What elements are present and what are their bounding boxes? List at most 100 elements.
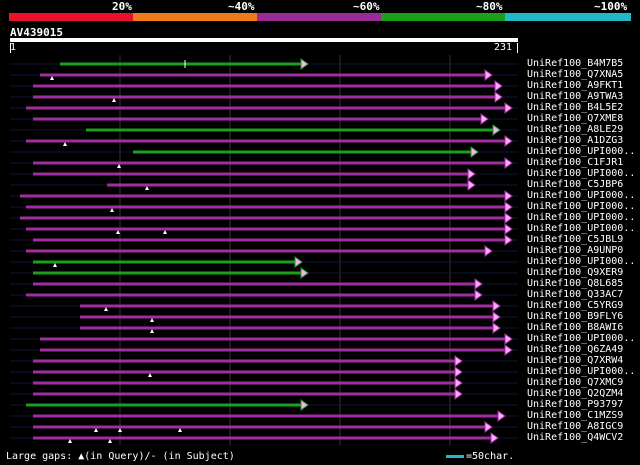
hit-bar[interactable] bbox=[33, 95, 496, 99]
hit-name-link[interactable]: UniRef100_C5JBP6 bbox=[527, 180, 623, 190]
hit-name-link[interactable]: UniRef100_B8AWI6 bbox=[527, 323, 623, 333]
hit-bar[interactable] bbox=[26, 139, 506, 143]
hit-bar[interactable] bbox=[33, 238, 506, 242]
query-gap-marker bbox=[108, 439, 112, 443]
hit-bar[interactable] bbox=[33, 370, 456, 374]
hit-arrow bbox=[504, 333, 513, 345]
hit-name-link[interactable]: UniRef100_A1DZG3 bbox=[527, 136, 623, 146]
hit-arrow bbox=[467, 179, 476, 191]
hit-arrow bbox=[300, 58, 309, 70]
hit-name-link[interactable]: UniRef100_UPI000.. bbox=[527, 257, 635, 267]
hit-bar[interactable] bbox=[33, 260, 296, 264]
hit-arrow bbox=[300, 267, 309, 279]
hit-bar[interactable] bbox=[33, 425, 486, 429]
hit-name-link[interactable]: UniRef100_C1FJR1 bbox=[527, 158, 623, 168]
hit-name-link[interactable]: UniRef100_UPI000.. bbox=[527, 202, 635, 212]
hit-bar[interactable] bbox=[26, 106, 506, 110]
hit-bar[interactable] bbox=[33, 172, 469, 176]
hit-arrow bbox=[300, 399, 309, 411]
hit-bar[interactable] bbox=[40, 348, 506, 352]
hit-bar[interactable] bbox=[26, 249, 486, 253]
hit-arrow bbox=[504, 157, 513, 169]
hit-bar[interactable] bbox=[86, 128, 494, 132]
hit-bar[interactable] bbox=[33, 117, 482, 121]
hit-arrow bbox=[474, 278, 483, 290]
query-gap-marker bbox=[150, 329, 154, 333]
hit-name-link[interactable]: UniRef100_UPI000.. bbox=[527, 367, 635, 377]
hit-arrow bbox=[470, 146, 479, 158]
hit-arrow bbox=[504, 234, 513, 246]
hit-name-link[interactable]: UniRef100_Q6ZA49 bbox=[527, 345, 623, 355]
hit-arrow bbox=[504, 201, 513, 213]
hit-bar[interactable] bbox=[60, 62, 302, 66]
hit-arrow bbox=[504, 190, 513, 202]
hit-name-link[interactable]: UniRef100_UPI000.. bbox=[527, 169, 635, 179]
hit-name-link[interactable]: UniRef100_A9FKT1 bbox=[527, 81, 623, 91]
hit-arrow bbox=[492, 311, 501, 323]
hit-name-link[interactable]: UniRef100_A8IGC9 bbox=[527, 422, 623, 432]
hit-name-link[interactable]: UniRef100_Q7XNA5 bbox=[527, 70, 623, 80]
hit-bar[interactable] bbox=[26, 227, 506, 231]
hit-name-link[interactable]: UniRef100_Q7XME8 bbox=[527, 114, 623, 124]
hit-bar[interactable] bbox=[26, 403, 302, 407]
hit-bar[interactable] bbox=[133, 150, 472, 154]
hit-name-link[interactable]: UniRef100_C5JBL9 bbox=[527, 235, 623, 245]
hit-arrow bbox=[492, 124, 501, 136]
hit-name-link[interactable]: UniRef100_B4L5E2 bbox=[527, 103, 623, 113]
hit-bar[interactable] bbox=[33, 392, 456, 396]
hit-bar[interactable] bbox=[20, 216, 506, 220]
hit-bar[interactable] bbox=[107, 183, 469, 187]
hit-name-link[interactable]: UniRef100_Q2QZM4 bbox=[527, 389, 623, 399]
query-gap-marker bbox=[116, 230, 120, 234]
hit-bar[interactable] bbox=[26, 205, 506, 209]
hit-bar[interactable] bbox=[33, 282, 476, 286]
hit-bar[interactable] bbox=[33, 161, 506, 165]
hit-bar[interactable] bbox=[33, 436, 492, 440]
hit-bar[interactable] bbox=[40, 337, 506, 341]
hit-bar[interactable] bbox=[33, 84, 496, 88]
hit-bar[interactable] bbox=[33, 381, 456, 385]
hit-name-link[interactable]: UniRef100_Q8L685 bbox=[527, 279, 623, 289]
query-gap-marker bbox=[178, 428, 182, 432]
query-gap-marker bbox=[94, 428, 98, 432]
hit-name-link[interactable]: UniRef100_Q9XER9 bbox=[527, 268, 623, 278]
hit-bar[interactable] bbox=[80, 304, 494, 308]
hit-name-link[interactable]: UniRef100_UPI000.. bbox=[527, 147, 635, 157]
hit-name-link[interactable]: UniRef100_UPI000.. bbox=[527, 191, 635, 201]
hit-bar[interactable] bbox=[80, 326, 494, 330]
hit-bar[interactable] bbox=[80, 315, 494, 319]
hit-arrow bbox=[484, 421, 493, 433]
gaps-legend: Large gaps: ▲(in Query)/- (in Subject) bbox=[6, 451, 235, 462]
hit-arrow bbox=[474, 289, 483, 301]
hit-name-link[interactable]: UniRef100_UPI000.. bbox=[527, 224, 635, 234]
hit-arrow bbox=[454, 388, 463, 400]
hit-arrow bbox=[492, 300, 501, 312]
hit-bar[interactable] bbox=[20, 194, 506, 198]
hit-name-link[interactable]: UniRef100_A9UNP0 bbox=[527, 246, 623, 256]
query-gap-marker bbox=[145, 186, 149, 190]
query-gap-marker bbox=[53, 263, 57, 267]
hit-name-link[interactable]: UniRef100_UPI000.. bbox=[527, 213, 635, 223]
hit-name-link[interactable]: UniRef100_B9FLY6 bbox=[527, 312, 623, 322]
hit-name-link[interactable]: UniRef100_A8LE29 bbox=[527, 125, 623, 135]
hit-arrow bbox=[467, 168, 476, 180]
hit-bar[interactable] bbox=[26, 293, 476, 297]
query-gap-marker bbox=[118, 428, 122, 432]
hit-arrow bbox=[490, 432, 499, 444]
hit-name-link[interactable]: UniRef100_B4M7B5 bbox=[527, 59, 623, 69]
hit-name-link[interactable]: UniRef100_Q33AC7 bbox=[527, 290, 623, 300]
hit-name-link[interactable]: UniRef100_C1MZS9 bbox=[527, 411, 623, 421]
hit-bar[interactable] bbox=[40, 73, 486, 77]
hit-name-link[interactable]: UniRef100_P93797 bbox=[527, 400, 623, 410]
hit-bar[interactable] bbox=[33, 271, 302, 275]
hit-name-link[interactable]: UniRef100_Q4WCV2 bbox=[527, 433, 623, 443]
scale-legend-text: =50char. bbox=[466, 451, 515, 462]
hit-bar[interactable] bbox=[33, 414, 499, 418]
hit-name-link[interactable]: UniRef100_A9TWA3 bbox=[527, 92, 623, 102]
hit-name-link[interactable]: UniRef100_Q7XMC9 bbox=[527, 378, 623, 388]
hit-name-link[interactable]: UniRef100_C5YRG9 bbox=[527, 301, 623, 311]
hit-bar[interactable] bbox=[33, 359, 456, 363]
hit-name-link[interactable]: UniRef100_UPI000.. bbox=[527, 334, 635, 344]
hit-name-link[interactable]: UniRef100_Q7XRW4 bbox=[527, 356, 623, 366]
hit-arrow bbox=[484, 245, 493, 257]
